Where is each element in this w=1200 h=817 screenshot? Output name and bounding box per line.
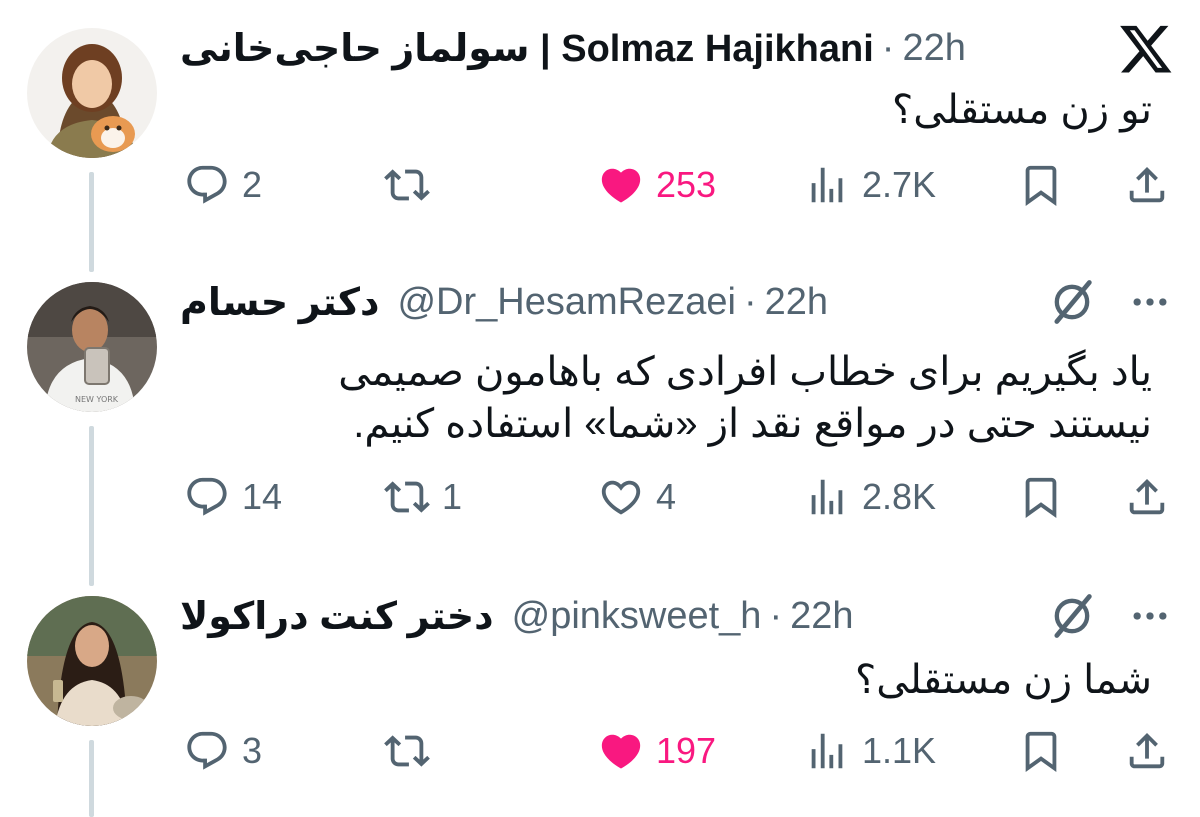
reply-icon <box>187 477 227 516</box>
views-icon <box>811 733 843 769</box>
separator-dot: · <box>881 26 895 69</box>
tweet-header: Solmaz Hajikhani | سولماز حاجی‌خانی · 22… <box>180 20 966 76</box>
action-bar: 3 197 1.1K <box>180 726 1170 776</box>
tweet-header: دختر کنت دراکولا @pinksweet_h · 22h <box>180 588 854 644</box>
reply-button[interactable]: 2 <box>184 160 262 210</box>
repost-icon <box>384 735 430 767</box>
repost-button[interactable] <box>384 726 442 776</box>
share-icon <box>1129 478 1165 515</box>
views-button[interactable]: 1.1K <box>804 726 936 776</box>
bookmark-button[interactable] <box>1018 726 1064 776</box>
grok-icon[interactable] <box>1046 276 1098 328</box>
heart-icon <box>601 168 641 203</box>
avatar[interactable] <box>27 28 157 158</box>
tweet-text: تو زن مستقلی؟ <box>892 88 1152 132</box>
action-bar: 14 1 4 2.8K <box>180 472 1170 522</box>
views-button[interactable]: 2.7K <box>804 160 936 210</box>
tweet-text: یاد بگیریم برای خطاب افرادی که باهامون ص… <box>338 350 1152 446</box>
display-name[interactable]: دکتر حسام <box>180 280 379 325</box>
views-count: 1.1K <box>862 730 937 771</box>
views-button[interactable]: 2.8K <box>804 472 936 522</box>
reply-icon <box>187 731 227 770</box>
thread-line <box>89 740 94 817</box>
separator-dot: · <box>743 280 757 323</box>
display-name[interactable]: Solmaz Hajikhani | سولماز حاجی‌خانی <box>180 26 874 71</box>
share-icon <box>1129 732 1165 769</box>
x-logo-icon[interactable] <box>1118 20 1174 76</box>
reply-button[interactable]: 14 <box>184 472 282 522</box>
like-count: 253 <box>656 164 717 205</box>
reply-count: 2 <box>242 164 263 205</box>
more-icon[interactable] <box>1128 280 1172 324</box>
share-button[interactable] <box>1124 160 1170 210</box>
share-button[interactable] <box>1124 726 1170 776</box>
heart-icon <box>601 480 641 515</box>
more-icon[interactable] <box>1128 594 1172 638</box>
like-count: 197 <box>656 730 717 771</box>
thread-line <box>89 172 94 272</box>
like-count: 4 <box>656 476 677 517</box>
heart-icon <box>601 734 641 769</box>
handle[interactable]: @Dr_HesamRezaei <box>397 281 735 324</box>
repost-icon <box>384 169 430 201</box>
avatar[interactable]: NEW YORK <box>27 282 157 412</box>
bookmark-icon <box>1025 477 1057 518</box>
bookmark-button[interactable] <box>1018 160 1064 210</box>
tweet-header: دکتر حسام @Dr_HesamRezaei · 22h <box>180 274 828 330</box>
like-button[interactable]: 253 <box>598 160 716 210</box>
thread-line <box>89 426 94 586</box>
grok-icon[interactable] <box>1046 590 1098 642</box>
like-button[interactable]: 197 <box>598 726 716 776</box>
share-icon <box>1129 166 1165 203</box>
repost-count: 1 <box>442 476 463 517</box>
separator-dot: · <box>769 594 783 637</box>
reply-count: 14 <box>242 476 283 517</box>
bookmark-icon <box>1025 165 1057 206</box>
avatar[interactable] <box>27 596 157 726</box>
timestamp[interactable]: 22h <box>790 595 853 638</box>
views-icon <box>811 167 843 203</box>
action-bar: 2 253 2.7K <box>180 160 1170 210</box>
like-button[interactable]: 4 <box>598 472 676 522</box>
timestamp[interactable]: 22h <box>902 27 965 70</box>
share-button[interactable] <box>1124 472 1170 522</box>
repost-button[interactable] <box>384 160 442 210</box>
tweet-text: شما زن مستقلی؟ <box>855 658 1152 702</box>
bookmark-button[interactable] <box>1018 472 1064 522</box>
views-count: 2.7K <box>862 164 937 205</box>
repost-icon <box>384 481 430 513</box>
timestamp[interactable]: 22h <box>765 281 828 324</box>
handle[interactable]: @pinksweet_h <box>512 595 762 638</box>
repost-button[interactable]: 1 <box>384 472 462 522</box>
reply-count: 3 <box>242 730 263 771</box>
reply-icon <box>187 165 227 204</box>
reply-button[interactable]: 3 <box>184 726 262 776</box>
views-icon <box>811 479 843 515</box>
svg-text:NEW YORK: NEW YORK <box>75 395 119 404</box>
display-name[interactable]: دختر کنت دراکولا <box>180 594 494 639</box>
views-count: 2.8K <box>862 476 937 517</box>
bookmark-icon <box>1025 731 1057 772</box>
